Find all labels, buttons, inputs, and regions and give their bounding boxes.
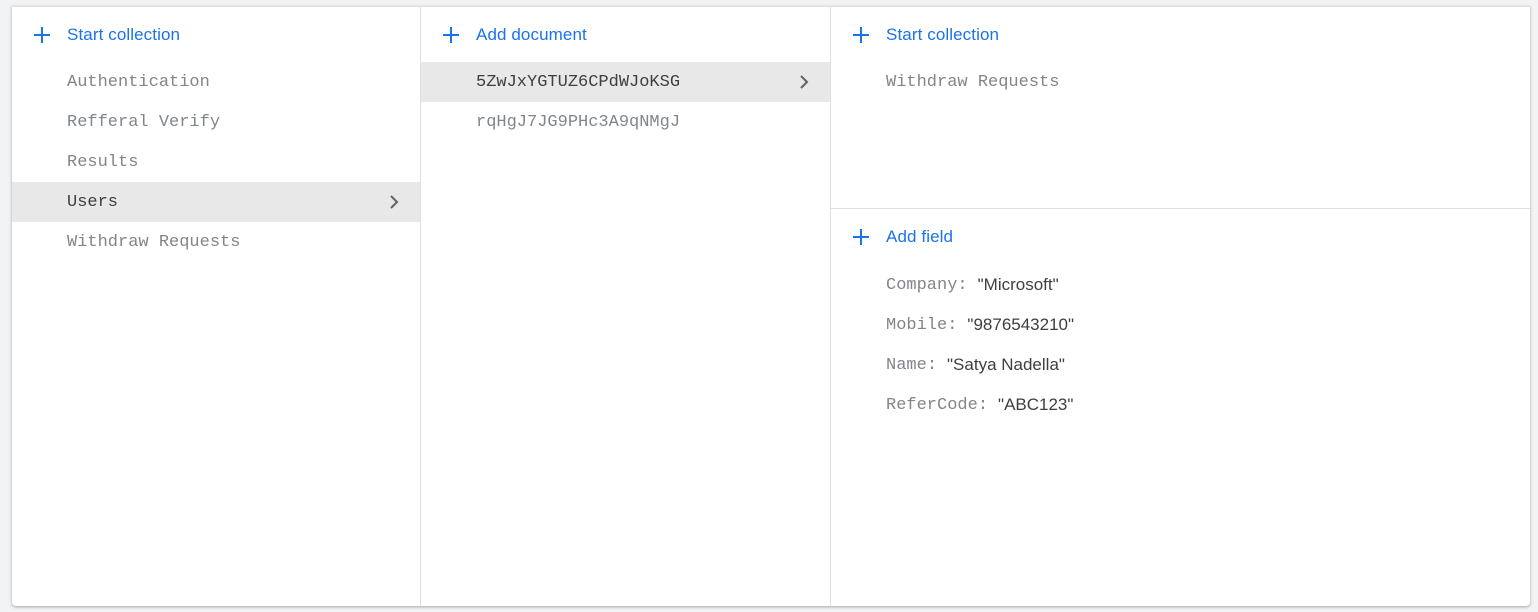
collection-item-refferal-verify[interactable]: Refferal Verify [12,102,420,142]
add-document-label: Add document [476,25,587,44]
field-separator: : [957,275,968,295]
collection-item-withdraw-requests[interactable]: Withdraw Requests [12,222,420,262]
add-field-button[interactable]: Add field [831,217,953,257]
collection-item-label: Authentication [67,72,210,92]
subcollection-item-label: Withdraw Requests [886,72,1060,92]
field-value: "Satya Nadella" [947,355,1065,374]
section-divider [831,208,1530,209]
plus-icon [853,229,869,245]
field-row-name[interactable]: Name: "Satya Nadella" [886,345,1065,385]
field-row-mobile[interactable]: Mobile: "9876543210" [886,305,1074,345]
document-id: 5ZwJxYGTUZ6CPdWJoKSG [476,72,681,92]
field-separator: : [977,395,989,415]
collection-item-label: Results [67,152,139,172]
document-detail-column: Start collection Withdraw Requests Add f… [831,7,1530,606]
add-field-label: Add field [886,227,954,246]
field-row-company[interactable]: Company: "Microsoft" [886,265,1059,305]
field-separator: : [926,355,938,375]
field-value: "ABC123" [998,395,1074,414]
plus-icon [853,27,869,43]
collection-item-authentication[interactable]: Authentication [12,62,420,102]
collection-item-label: Refferal Verify [67,112,221,132]
chevron-right-icon [800,75,809,89]
plus-icon [443,27,459,43]
start-collection-label: Start collection [67,25,181,44]
start-subcollection-button[interactable]: Start collection [831,15,999,55]
field-key: Name [886,355,927,375]
collections-column: Start collection Authentication Refferal… [12,7,421,606]
plus-icon [34,27,50,43]
field-row-refercode[interactable]: ReferCode: "ABC123" [886,385,1073,425]
field-key: Mobile [886,315,948,335]
document-id: rqHgJ7JG9PHc3A9qNMgJ [476,112,681,132]
collection-item-users[interactable]: Users [12,182,420,222]
firestore-data-panel: Start collection Authentication Refferal… [12,6,1530,606]
subcollection-item-withdraw-requests[interactable]: Withdraw Requests [831,62,1530,102]
start-collection-button[interactable]: Start collection [12,15,180,55]
collection-item-results[interactable]: Results [12,142,420,182]
chevron-right-icon [390,195,399,209]
field-value: "9876543210" [967,315,1075,334]
document-item[interactable]: 5ZwJxYGTUZ6CPdWJoKSG [421,62,830,102]
field-key: ReferCode [886,395,978,415]
field-separator: : [947,315,958,335]
field-key: Company [886,275,958,295]
add-document-button[interactable]: Add document [421,15,587,55]
collection-item-label: Users [67,192,119,212]
start-subcollection-label: Start collection [886,25,1000,44]
field-value: "Microsoft" [977,275,1059,294]
documents-column: Add document 5ZwJxYGTUZ6CPdWJoKSG rqHgJ7… [421,7,831,606]
collection-item-label: Withdraw Requests [67,232,241,252]
document-item[interactable]: rqHgJ7JG9PHc3A9qNMgJ [421,102,830,142]
